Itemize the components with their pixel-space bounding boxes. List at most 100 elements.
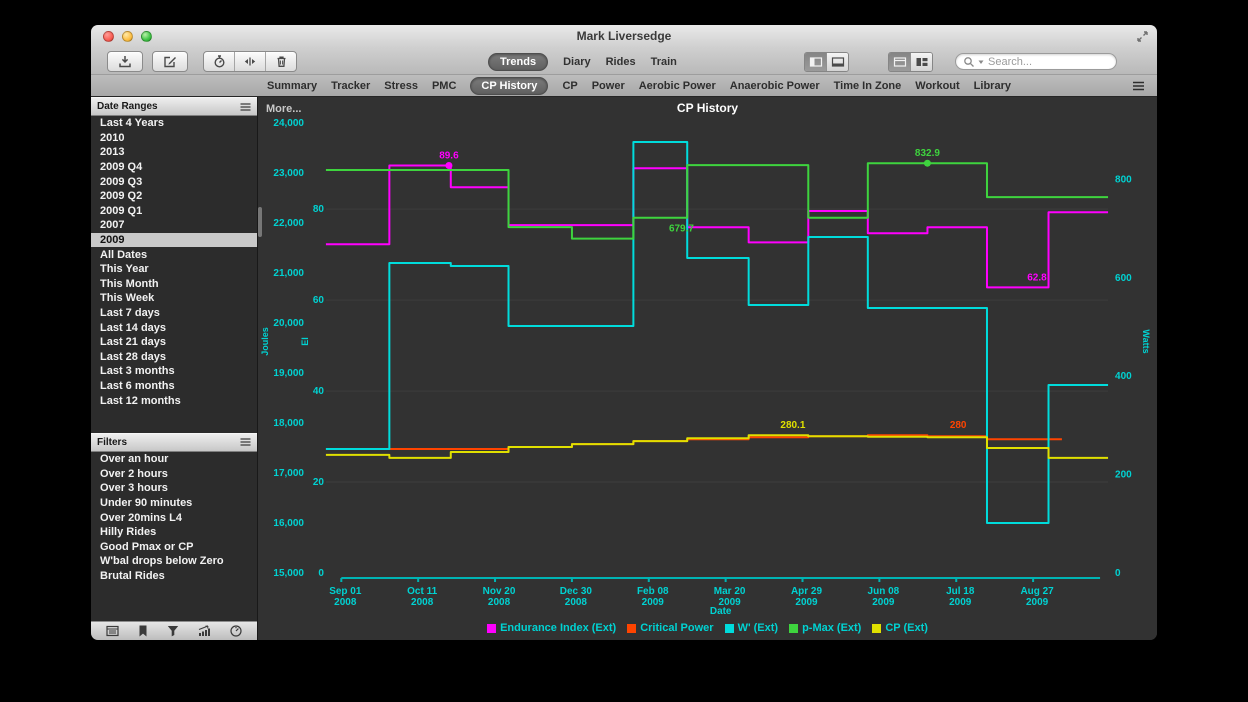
date-range-item[interactable]: This Week <box>91 291 257 306</box>
scope-tab-trends[interactable]: Trends <box>488 53 548 71</box>
delete-activity-button[interactable] <box>265 52 296 71</box>
filter-item[interactable]: Over 20mins L4 <box>91 510 257 525</box>
svg-text:Joules: Joules <box>260 327 270 355</box>
tab-summary[interactable]: Summary <box>267 80 317 92</box>
filter-item[interactable]: Over an hour <box>91 452 257 467</box>
legend-item: Critical Power <box>627 622 713 634</box>
search-filter-dropdown-icon[interactable] <box>977 58 985 66</box>
date-range-item[interactable]: Last 6 months <box>91 379 257 394</box>
chart-layout-toggle-group <box>888 52 933 72</box>
filter-item[interactable]: Good Pmax or CP <box>91 539 257 554</box>
svg-text:800: 800 <box>1115 174 1132 185</box>
date-range-item[interactable]: This Year <box>91 262 257 277</box>
date-range-item[interactable]: 2010 <box>91 131 257 146</box>
date-range-item[interactable]: 2013 <box>91 145 257 160</box>
search-field[interactable]: Search... <box>955 53 1117 70</box>
legend-swatch-endurance-index <box>487 624 496 633</box>
filter-item[interactable]: Over 2 hours <box>91 466 257 481</box>
date-range-item[interactable]: 2009 Q1 <box>91 204 257 219</box>
date-ranges-menu-icon[interactable] <box>240 103 251 111</box>
svg-text:40: 40 <box>313 386 325 397</box>
trash-icon <box>274 54 289 69</box>
tabbed-view-icon <box>893 56 907 68</box>
scope-tab-rides[interactable]: Rides <box>606 56 636 68</box>
scope-tab-train[interactable]: Train <box>651 56 677 68</box>
cp-history-chart: Sep 012008Oct 112008Nov 202008Dec 302008… <box>258 97 1157 640</box>
tab-power[interactable]: Power <box>592 80 625 92</box>
tab-aerobic-power[interactable]: Aerobic Power <box>639 80 716 92</box>
date-range-item[interactable]: Last 28 days <box>91 350 257 365</box>
stopwatch-button[interactable] <box>204 52 234 71</box>
filter-item[interactable]: Under 90 minutes <box>91 496 257 511</box>
tab-tracker[interactable]: Tracker <box>331 80 370 92</box>
sidebar-fill <box>91 583 257 621</box>
filter-item[interactable]: W'bal drops below Zero <box>91 554 257 569</box>
date-range-item[interactable]: Last 12 months <box>91 393 257 408</box>
date-range-item[interactable]: Last 14 days <box>91 320 257 335</box>
compose-icon <box>162 54 178 69</box>
tab-time-in-zone[interactable]: Time In Zone <box>834 80 902 92</box>
tab-pmc[interactable]: PMC <box>432 80 456 92</box>
tab-library[interactable]: Library <box>974 80 1011 92</box>
split-activity-button[interactable] <box>234 52 265 71</box>
bottom-pane-icon <box>831 56 845 68</box>
tab-workout[interactable]: Workout <box>915 80 959 92</box>
date-range-item[interactable]: 2009 Q4 <box>91 160 257 175</box>
svg-text:2008: 2008 <box>565 597 588 608</box>
chart-bars-icon[interactable] <box>198 625 211 637</box>
manual-entry-button[interactable] <box>152 51 188 72</box>
tab-cp-history[interactable]: CP History <box>470 77 548 95</box>
scope-selector: Trends Diary Rides Train <box>488 48 677 75</box>
date-range-item[interactable]: 2009 Q2 <box>91 189 257 204</box>
chart-menu-icon[interactable] <box>1132 81 1145 91</box>
legend-swatch-critical-power <box>627 624 636 633</box>
date-range-item[interactable]: 2007 <box>91 218 257 233</box>
sidebar: Date Ranges Last 4 Years 2010 2013 2009 … <box>91 97 258 640</box>
filters-menu-icon[interactable] <box>240 438 251 446</box>
fullscreen-icon[interactable] <box>1136 30 1149 43</box>
legend-item: Endurance Index (Ext) <box>487 622 616 634</box>
svg-text:Date: Date <box>710 606 732 617</box>
scope-tab-diary[interactable]: Diary <box>563 56 591 68</box>
toggle-sidebar-button[interactable] <box>805 53 826 71</box>
tiled-view-button[interactable] <box>910 53 932 71</box>
tab-cp[interactable]: CP <box>562 80 577 92</box>
date-range-item-selected[interactable]: 2009 <box>91 233 257 248</box>
toggle-lowbar-button[interactable] <box>826 53 848 71</box>
svg-text:280: 280 <box>950 420 967 431</box>
filter-item[interactable]: Over 3 hours <box>91 481 257 496</box>
date-range-item[interactable]: All Dates <box>91 247 257 262</box>
date-ranges-header: Date Ranges <box>91 97 257 116</box>
svg-text:Sep 01: Sep 01 <box>329 586 362 597</box>
svg-text:2009: 2009 <box>1026 597 1049 608</box>
gauge-icon[interactable] <box>230 625 242 637</box>
date-range-item[interactable]: Last 3 months <box>91 364 257 379</box>
date-range-item[interactable]: This Month <box>91 277 257 292</box>
date-range-item[interactable]: Last 21 days <box>91 335 257 350</box>
svg-text:Aug 27: Aug 27 <box>1020 586 1054 597</box>
bookmark-icon[interactable] <box>138 625 148 637</box>
summary-view-icon[interactable] <box>106 625 119 637</box>
svg-text:Feb 08: Feb 08 <box>637 586 669 597</box>
svg-text:832.9: 832.9 <box>915 148 940 159</box>
svg-text:2009: 2009 <box>872 597 895 608</box>
svg-text:Watts: Watts <box>1141 329 1151 353</box>
svg-text:679.7: 679.7 <box>669 224 694 235</box>
date-range-item[interactable]: Last 4 Years <box>91 116 257 131</box>
filter-funnel-icon[interactable] <box>167 625 179 637</box>
date-range-item[interactable]: Last 7 days <box>91 306 257 321</box>
tabbed-view-button[interactable] <box>889 53 910 71</box>
svg-text:22,000: 22,000 <box>273 218 304 229</box>
date-range-item[interactable]: 2009 Q3 <box>91 174 257 189</box>
download-activity-button[interactable] <box>107 51 143 72</box>
svg-text:600: 600 <box>1115 273 1132 284</box>
content-area: Date Ranges Last 4 Years 2010 2013 2009 … <box>91 97 1157 640</box>
filter-item[interactable]: Brutal Rides <box>91 569 257 584</box>
svg-text:Apr 29: Apr 29 <box>791 586 823 597</box>
tab-anaerobic-power[interactable]: Anaerobic Power <box>730 80 820 92</box>
filter-item[interactable]: Hilly Rides <box>91 525 257 540</box>
download-icon <box>117 54 133 69</box>
titlebar: Mark Liversedge <box>91 25 1157 48</box>
search-placeholder: Search... <box>988 56 1032 68</box>
tab-stress[interactable]: Stress <box>384 80 418 92</box>
